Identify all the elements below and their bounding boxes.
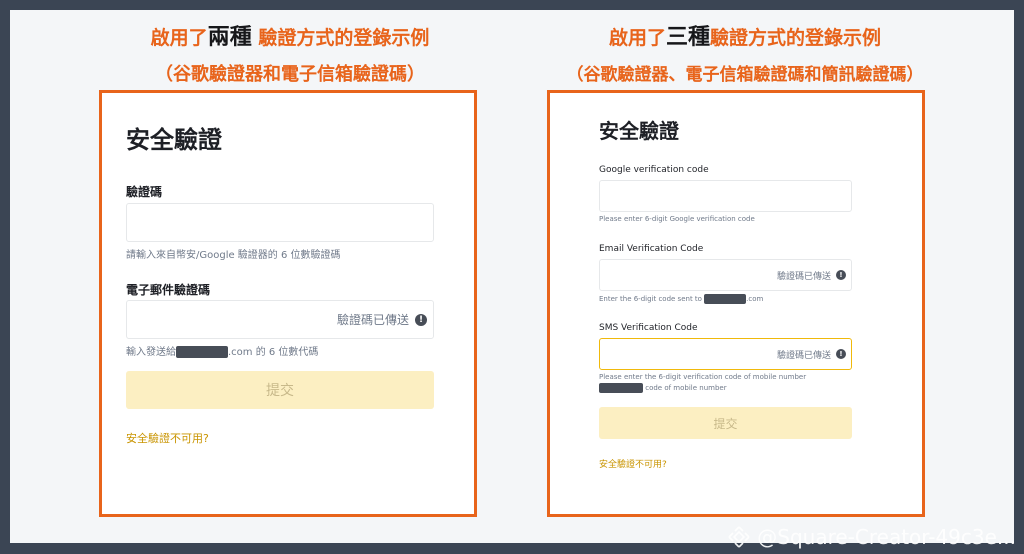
- left-heading: 啟用了兩種 驗證方式的登錄示例: [150, 25, 430, 50]
- binance-logo-icon: [727, 525, 751, 549]
- code-label: 驗證碼: [126, 185, 163, 199]
- code-hint: 請輸入來自幣安/Google 驗證器的 6 位數驗證碼: [126, 250, 341, 261]
- email-code-label: Email Verification Code: [599, 244, 704, 254]
- right-subheading: （谷歌驗證器、電子信箱驗證碼和簡訊驗證碼）: [566, 65, 924, 85]
- sms-code-hint-line1: Please enter the 6-digit verification co…: [599, 373, 807, 381]
- right-security-panel: 安全驗證 Google verification code Please ent…: [547, 90, 925, 517]
- right-heading: 啟用了三種驗證方式的登錄示例: [608, 25, 882, 50]
- watermark-text: @Square-Creator-49c3e...: [757, 525, 1016, 549]
- redacted-email: [704, 294, 747, 304]
- watermark: @Square-Creator-49c3e...: [727, 525, 1016, 549]
- email-code-sent-status: 驗證碼已傳送 !: [777, 269, 846, 282]
- email-code-label: 電子郵件驗證碼: [126, 283, 211, 297]
- google-code-label: Google verification code: [599, 165, 709, 175]
- submit-button[interactable]: 提交: [126, 371, 434, 409]
- security-unavailable-link[interactable]: 安全驗證不可用?: [126, 430, 209, 446]
- page-title: 安全驗證: [599, 119, 679, 143]
- sms-code-sent-status: 驗證碼已傳送 !: [777, 348, 846, 361]
- sms-code-hint-line2: code of mobile number: [599, 383, 727, 393]
- email-code-hint: Enter the 6-digit code sent to .com: [599, 294, 764, 304]
- submit-button[interactable]: 提交: [599, 407, 852, 439]
- sms-code-label: SMS Verification Code: [599, 323, 698, 333]
- info-icon: !: [836, 349, 846, 359]
- google-code-input[interactable]: [599, 180, 852, 212]
- email-code-hint: 輸入發送給 .com 的 6 位數代碼: [126, 346, 319, 358]
- code-input[interactable]: [126, 203, 434, 242]
- email-code-input[interactable]: 驗證碼已傳送 !: [599, 259, 852, 291]
- page-title: 安全驗證: [126, 126, 222, 154]
- left-subheading: （谷歌驗證器和電子信箱驗證碼）: [155, 64, 425, 85]
- image-frame: 啟用了兩種 驗證方式的登錄示例 （谷歌驗證器和電子信箱驗證碼） 啟用了三種驗證方…: [10, 10, 1014, 543]
- left-security-panel: 安全驗證 驗證碼 請輸入來自幣安/Google 驗證器的 6 位數驗證碼 電子郵…: [99, 90, 477, 517]
- info-icon: !: [415, 313, 427, 326]
- redacted-phone: [599, 383, 643, 393]
- info-icon: !: [836, 270, 846, 280]
- security-unavailable-link[interactable]: 安全驗證不可用?: [599, 457, 667, 470]
- google-code-hint: Please enter 6-digit Google verification…: [599, 215, 755, 223]
- redacted-email: [176, 346, 228, 358]
- sms-code-input[interactable]: 驗證碼已傳送 !: [599, 338, 852, 370]
- email-code-input[interactable]: 驗證碼已傳送 !: [126, 300, 434, 339]
- email-code-sent-status: 驗證碼已傳送 !: [337, 311, 427, 328]
